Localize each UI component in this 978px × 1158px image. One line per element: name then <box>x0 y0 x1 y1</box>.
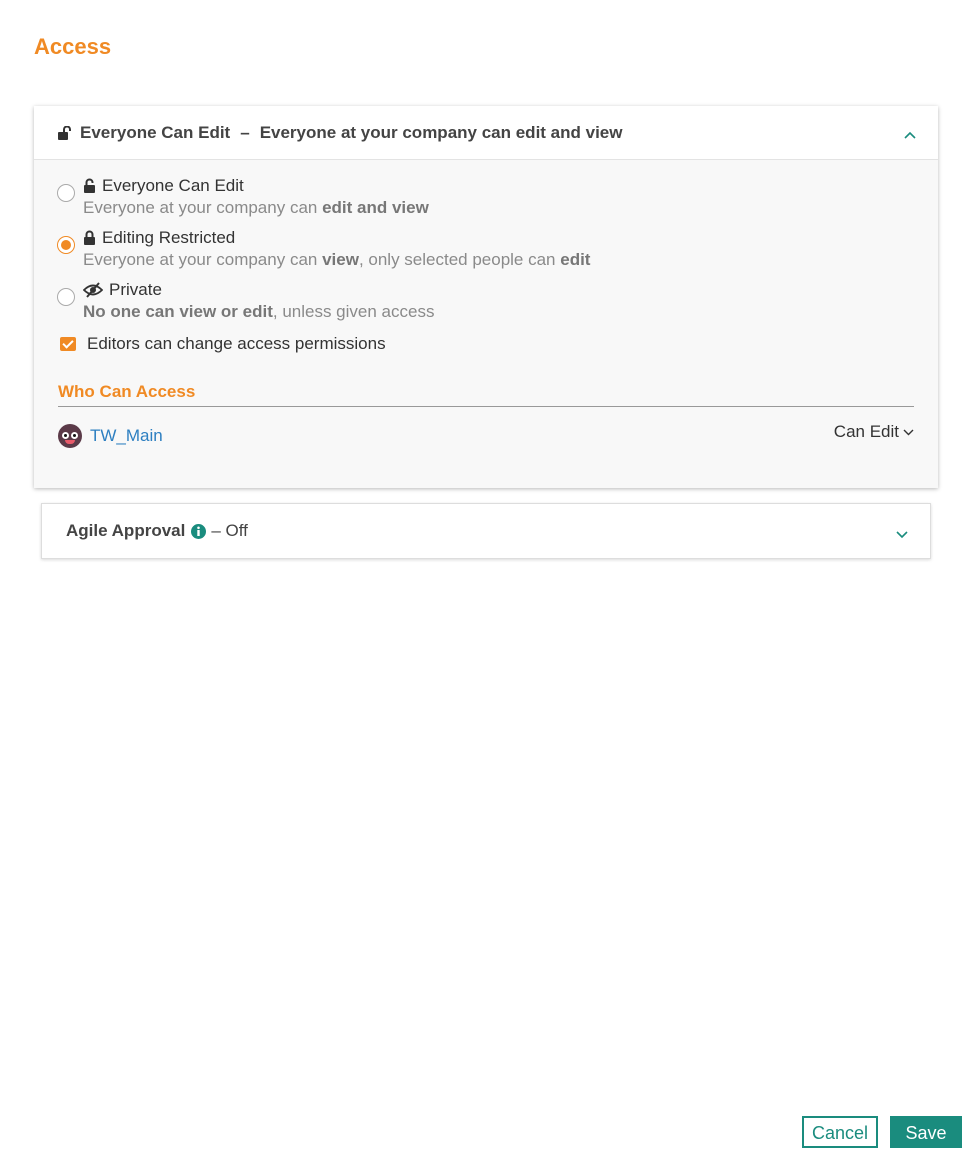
info-icon[interactable] <box>191 523 207 539</box>
option-title: Everyone Can Edit <box>102 176 244 195</box>
access-panel: Everyone Can Edit – Everyone at your com… <box>34 106 938 488</box>
avatar <box>58 424 82 448</box>
user-row: TW_Main <box>58 424 163 448</box>
chevron-down-icon <box>899 429 914 436</box>
header-separator: – <box>240 122 250 142</box>
unlock-icon <box>57 125 74 140</box>
chevron-up-icon[interactable] <box>904 126 916 144</box>
option-description: No one can view or edit, unless given ac… <box>83 302 435 321</box>
who-can-access-title: Who Can Access <box>58 382 196 401</box>
option-title: Private <box>109 280 162 299</box>
agile-approval-panel[interactable]: Agile Approval – Off <box>41 503 931 559</box>
user-name-link[interactable]: TW_Main <box>90 426 163 446</box>
radio-editing-restricted[interactable] <box>57 236 75 254</box>
radio-private[interactable] <box>57 288 75 306</box>
lock-icon <box>83 230 96 246</box>
divider <box>58 406 914 407</box>
option-description: Everyone at your company can view, only … <box>83 250 591 269</box>
access-mode-label: Everyone Can Edit <box>80 122 231 142</box>
option-description: Everyone at your company can edit and vi… <box>83 198 429 217</box>
access-mode-description: Everyone at your company can edit and vi… <box>259 122 623 142</box>
editors-permission-row[interactable]: Editors can change access permissions <box>60 334 386 354</box>
permission-value: Can Edit <box>833 422 899 441</box>
unlock-icon <box>83 178 96 194</box>
option-title: Editing Restricted <box>102 228 236 247</box>
access-panel-header[interactable]: Everyone Can Edit – Everyone at your com… <box>34 106 938 160</box>
page-title: Access <box>34 34 112 59</box>
save-button[interactable]: Save <box>890 1116 962 1148</box>
radio-everyone-can-edit[interactable] <box>57 184 75 202</box>
permission-dropdown[interactable]: Can Edit <box>834 422 914 442</box>
agile-approval-title: Agile Approval <box>66 521 186 540</box>
cancel-button[interactable]: Cancel <box>802 1116 878 1148</box>
agile-approval-status: – Off <box>211 521 248 540</box>
eye-slash-icon <box>83 282 103 298</box>
chevron-down-icon[interactable] <box>896 526 908 544</box>
editors-permission-label: Editors can change access permissions <box>87 334 386 353</box>
editors-permission-checkbox[interactable] <box>60 337 76 351</box>
